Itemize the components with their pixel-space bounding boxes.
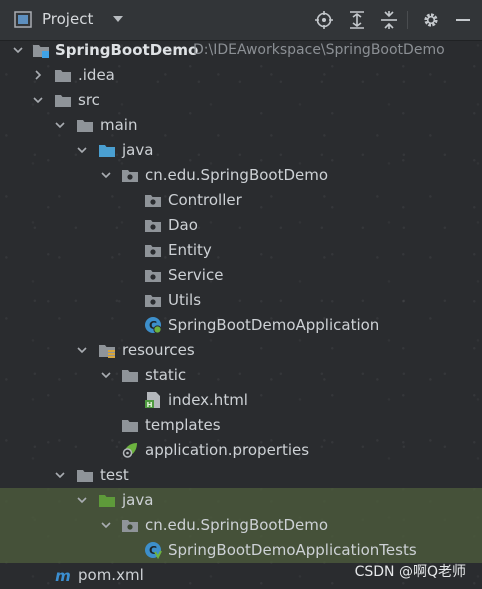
tree-row-test-java[interactable]: java bbox=[0, 488, 482, 513]
tree-row-src[interactable]: src bbox=[0, 88, 482, 113]
tree-label-src: src bbox=[78, 91, 100, 109]
folder-icon bbox=[122, 420, 138, 432]
maven-icon: m bbox=[55, 567, 71, 584]
tree-label-app-class: SpringBootDemoApplication bbox=[168, 316, 380, 334]
chevron-down-icon[interactable] bbox=[76, 144, 88, 156]
tree-label-entity: Entity bbox=[168, 241, 212, 259]
project-view-title[interactable]: Project bbox=[42, 10, 93, 28]
chevron-down-icon[interactable] bbox=[54, 119, 66, 131]
chevron-down-icon[interactable] bbox=[32, 94, 44, 106]
tree-label-service: Service bbox=[168, 266, 224, 284]
tree-row-utils[interactable]: Utils bbox=[0, 288, 482, 313]
package-icon bbox=[145, 245, 161, 257]
tree-label-java: java bbox=[122, 141, 154, 159]
locate-icon[interactable] bbox=[314, 10, 334, 30]
tree-label-dao: Dao bbox=[168, 216, 198, 234]
dropdown-caret-icon[interactable] bbox=[112, 15, 124, 24]
header-separator bbox=[407, 11, 408, 29]
chevron-down-icon[interactable] bbox=[100, 369, 112, 381]
package-icon bbox=[122, 170, 138, 182]
svg-text:H: H bbox=[147, 401, 153, 409]
test-source-folder-icon bbox=[99, 495, 115, 507]
project-tool-window: Project SpringBootDemo D:\IDEAworkspace\… bbox=[0, 0, 482, 589]
resources-folder-icon bbox=[99, 345, 115, 358]
tree-label-idea: .idea bbox=[78, 66, 115, 84]
expand-all-icon[interactable] bbox=[347, 10, 367, 30]
package-icon bbox=[145, 270, 161, 282]
tree-root-path: D:\IDEAworkspace\SpringBootDemo bbox=[193, 42, 445, 58]
tree-label-app-props: application.properties bbox=[145, 441, 310, 459]
tree-label-pom: pom.xml bbox=[78, 566, 144, 584]
tree-row-templates[interactable]: templates bbox=[0, 413, 482, 438]
package-icon bbox=[145, 295, 161, 307]
module-folder-icon bbox=[33, 45, 49, 58]
package-icon bbox=[145, 195, 161, 207]
chevron-down-icon[interactable] bbox=[54, 469, 66, 481]
folder-icon bbox=[77, 120, 93, 132]
tree-row-root[interactable]: SpringBootDemo D:\IDEAworkspace\SpringBo… bbox=[0, 38, 482, 63]
html-file-icon: H bbox=[145, 392, 160, 409]
tree-label-controller: Controller bbox=[168, 191, 242, 209]
tree-label-resources: resources bbox=[122, 341, 195, 359]
tree-label-index-html: index.html bbox=[168, 391, 248, 409]
tree-row-test-package[interactable]: cn.edu.SpringBootDemo bbox=[0, 513, 482, 538]
tree-label-templates: templates bbox=[145, 416, 221, 434]
hide-icon[interactable] bbox=[453, 10, 473, 30]
tree-label-main: main bbox=[100, 116, 138, 134]
chevron-down-icon[interactable] bbox=[12, 44, 24, 56]
tree-row-main[interactable]: main bbox=[0, 113, 482, 138]
package-icon bbox=[145, 220, 161, 232]
collapse-all-icon[interactable] bbox=[379, 10, 399, 30]
tree-row-static[interactable]: static bbox=[0, 363, 482, 388]
spring-properties-icon bbox=[122, 443, 137, 458]
settings-gear-icon[interactable] bbox=[421, 10, 441, 30]
tree-row-app-class[interactable]: C SpringBootDemoApplication bbox=[0, 313, 482, 338]
project-view-icon bbox=[14, 11, 32, 28]
tree-row-test[interactable]: test bbox=[0, 463, 482, 488]
tree-label-static: static bbox=[145, 366, 187, 384]
folder-icon bbox=[55, 70, 71, 82]
source-folder-icon bbox=[99, 145, 115, 157]
tree-label-test-class: SpringBootDemoApplicationTests bbox=[168, 541, 417, 559]
tree-label-utils: Utils bbox=[168, 291, 202, 309]
tree-row-package[interactable]: cn.edu.SpringBootDemo bbox=[0, 163, 482, 188]
chevron-down-icon[interactable] bbox=[76, 344, 88, 356]
chevron-down-icon[interactable] bbox=[76, 494, 88, 506]
chevron-right-icon[interactable] bbox=[32, 69, 44, 81]
folder-icon bbox=[77, 470, 93, 482]
chevron-down-icon[interactable] bbox=[100, 519, 112, 531]
spring-class-icon: C bbox=[145, 317, 162, 334]
tree-row-java[interactable]: java bbox=[0, 138, 482, 163]
tree-row-app-props[interactable]: application.properties bbox=[0, 438, 482, 463]
project-header: Project bbox=[0, 0, 482, 41]
tree-label-root: SpringBootDemo bbox=[55, 41, 199, 59]
tree-label-test-package: cn.edu.SpringBootDemo bbox=[145, 516, 329, 534]
test-class-icon: C bbox=[145, 542, 162, 559]
tree-row-idea[interactable]: .idea bbox=[0, 63, 482, 88]
tree-row-controller[interactable]: Controller bbox=[0, 188, 482, 213]
tree-row-index-html[interactable]: H index.html bbox=[0, 388, 482, 413]
tree-label-test-java: java bbox=[122, 491, 154, 509]
tree-row-dao[interactable]: Dao bbox=[0, 213, 482, 238]
tree-row-service[interactable]: Service bbox=[0, 263, 482, 288]
tree-row-test-class[interactable]: C SpringBootDemoApplicationTests bbox=[0, 538, 482, 563]
watermark: CSDN @啊Q老师 bbox=[354, 564, 466, 580]
tree-row-entity[interactable]: Entity bbox=[0, 238, 482, 263]
tree-row-resources[interactable]: resources bbox=[0, 338, 482, 363]
tree-label-test: test bbox=[100, 466, 129, 484]
folder-icon bbox=[55, 95, 71, 107]
chevron-down-icon[interactable] bbox=[100, 169, 112, 181]
tree-label-package: cn.edu.SpringBootDemo bbox=[145, 166, 329, 184]
svg-text:m: m bbox=[55, 567, 71, 584]
folder-icon bbox=[122, 370, 138, 382]
package-icon bbox=[122, 520, 138, 532]
